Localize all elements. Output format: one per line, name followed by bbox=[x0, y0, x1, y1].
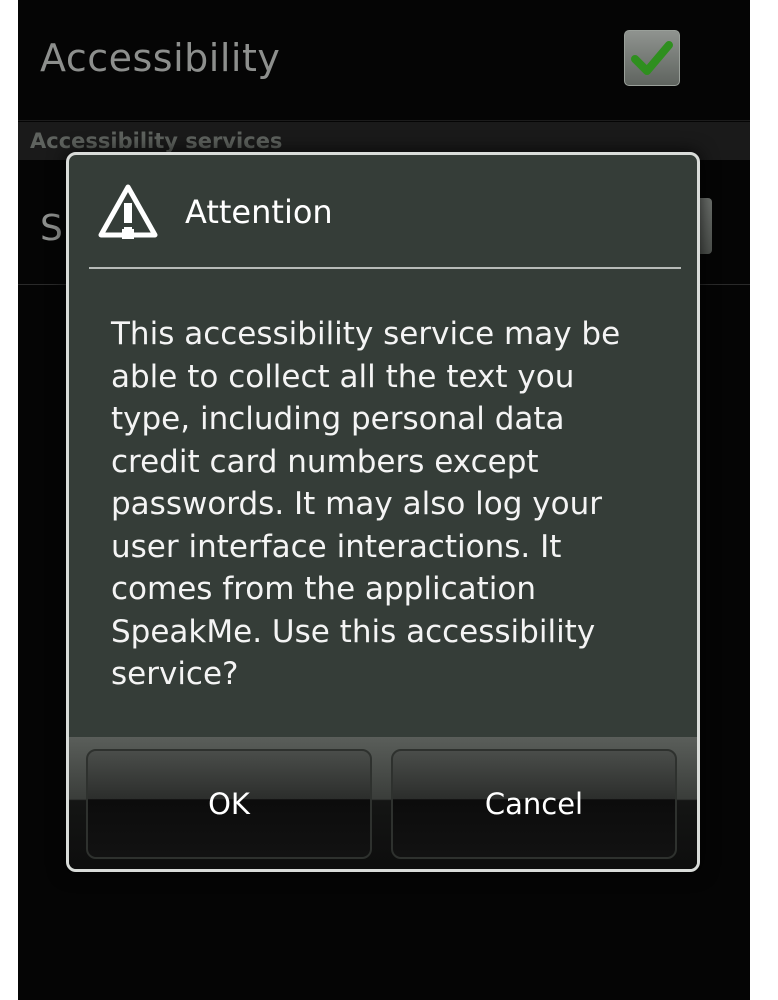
checkmark-icon bbox=[631, 41, 673, 75]
accessibility-checkbox[interactable] bbox=[624, 30, 680, 86]
dialog-title: Attention bbox=[185, 193, 333, 231]
service-row-label: S bbox=[40, 208, 63, 249]
dialog-header: Attention bbox=[69, 155, 697, 265]
ok-button[interactable]: OK bbox=[86, 749, 372, 859]
dialog-divider bbox=[89, 267, 681, 269]
accessibility-title: Accessibility bbox=[40, 36, 281, 80]
section-header-label: Accessibility services bbox=[30, 129, 283, 153]
warning-icon bbox=[98, 184, 158, 239]
attention-dialog: Attention This accessibility service may… bbox=[66, 152, 700, 872]
dialog-button-bar: OK Cancel bbox=[69, 737, 697, 869]
cancel-button[interactable]: Cancel bbox=[391, 749, 677, 859]
dialog-message: This accessibility service may be able t… bbox=[111, 316, 621, 692]
accessibility-toggle-row[interactable]: Accessibility bbox=[18, 0, 750, 121]
android-screen: Accessibility Accessibility services S A… bbox=[18, 0, 750, 1000]
